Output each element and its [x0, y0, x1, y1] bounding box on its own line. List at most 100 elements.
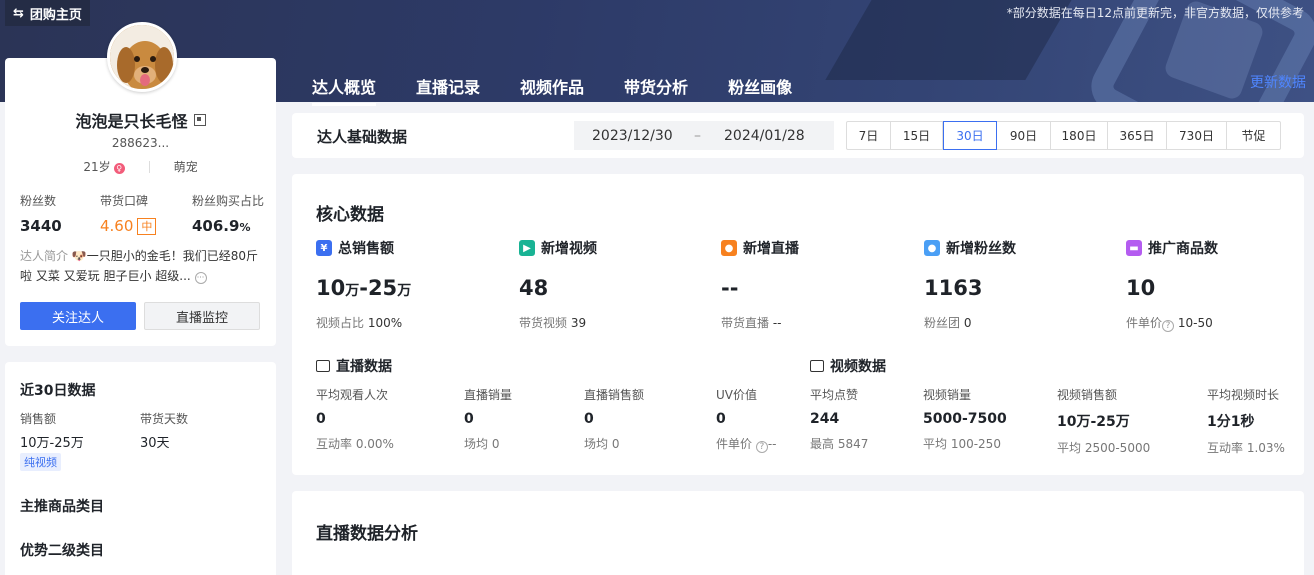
live-data-title: 直播数据 [336, 359, 392, 375]
metric-label: 新增视频 [541, 241, 597, 257]
sub-label: 粉丝团 [924, 316, 961, 330]
basic-data-bar: 达人基础数据 2023/12/30 – 2024/01/28 7日 15日 30… [292, 113, 1304, 158]
more-icon[interactable]: ··· [194, 272, 207, 284]
bag-icon: ▬ [1126, 240, 1142, 256]
metric-promoted-products: ▬ 推广商品数 10 件单价? 10-50 [1126, 238, 1314, 332]
stat-reputation: 带货口碑 4.60 中 [100, 192, 192, 235]
video-data-title: 视频数据 [830, 359, 886, 375]
sm-sub: 最高 5847 [810, 437, 869, 451]
tab-sales-analysis[interactable]: 带货分析 [624, 74, 688, 104]
reputation-badge: 中 [137, 218, 157, 235]
help-icon[interactable]: ? [755, 441, 768, 453]
period-selector: 7日 15日 30日 90日 180日 365日 730日 节促 [846, 121, 1281, 150]
tab-overview[interactable]: 达人概览 [312, 74, 377, 106]
stat-value: 4.60 [100, 217, 134, 235]
tab-fan-profile[interactable]: 粉丝画像 [728, 74, 792, 104]
sm-sub: 平均 2500-5000 [1057, 441, 1151, 455]
sm-sub: 场均 0 [584, 437, 620, 451]
period-365d[interactable]: 365日 [1108, 122, 1167, 149]
sm-sub-wrap: 件单价 ? -- [716, 435, 777, 453]
sales-value: 10万-25万 [20, 436, 84, 451]
metric-new-fans: ● 新增粉丝数 1163 粉丝团 0 [924, 238, 1114, 331]
sm-value: 10万-25万 [1057, 414, 1130, 430]
sm-value: 0 [716, 411, 726, 427]
live-avg-viewers: 平均观看人次 0 互动率 0.00% [316, 386, 394, 452]
metric-value: 1163 [924, 276, 983, 300]
profile-uid: 288623... [111, 136, 170, 150]
video-sales-amount: 视频销售额 10万-25万 平均 2500-5000 [1057, 386, 1150, 456]
value-part: 10 [316, 276, 346, 300]
qr-code-icon[interactable] [193, 114, 206, 126]
stat-value: 406.9 [192, 217, 240, 235]
profile-name-row: 泡泡是只长毛怪 [0, 108, 281, 132]
intro-label: 达人简介 [20, 249, 69, 263]
metric-sub: 视频占比 100% [316, 314, 506, 331]
divider [148, 160, 150, 173]
live-camera-icon: ● [721, 240, 737, 256]
sub-label: 视频占比 [316, 316, 365, 330]
metric-value: 10 [1126, 276, 1156, 300]
back-home-button[interactable]: ⇆ 团购主页 [5, 0, 90, 26]
sm-label: UV价值 [716, 388, 757, 402]
stat-unit: % [239, 221, 251, 234]
date-end: 2024/01/28 [724, 127, 805, 144]
metric-new-lives: ● 新增直播 -- 带货直播 -- [721, 238, 911, 331]
recent-data-card: 近30日数据 销售额 带货天数 10万-25万 30天 纯视频 主推商品类目 优… [5, 362, 276, 575]
data-disclaimer: *部分数据在每日12点前更新完，非官方数据，仅供参考 [1006, 6, 1304, 20]
video-avg-duration: 平均视频时长 1分1秒 互动率 1.03% [1207, 386, 1285, 456]
metric-label: 总销售额 [338, 241, 394, 257]
period-15d[interactable]: 15日 [891, 122, 943, 149]
tab-live-records[interactable]: 直播记录 [416, 74, 480, 104]
period-promotion[interactable]: 节促 [1227, 122, 1280, 149]
metric-value: 10万-25万 [316, 276, 506, 300]
video-data-header: 视频数据 [810, 356, 886, 376]
metric-sub: 粉丝团 0 [924, 314, 1114, 331]
core-data-title: 核心数据 [316, 205, 384, 225]
period-7d[interactable]: 7日 [847, 122, 891, 149]
profile-intro: 达人简介 🐶一只胆小的金毛！我们已经80斤啦 又菜 又爱玩 胆子巨小 超级...… [20, 246, 265, 286]
user-icon: ● [924, 240, 940, 256]
period-180d[interactable]: 180日 [1051, 122, 1108, 149]
update-data-link[interactable]: 更新数据 [1250, 72, 1306, 92]
date-range-picker[interactable]: 2023/12/30 – 2024/01/28 [574, 121, 834, 150]
date-start: 2023/12/30 [592, 127, 673, 144]
sm-label: 直播销量 [464, 388, 513, 402]
sm-sub: 件单价 [716, 437, 753, 451]
sm-sub: 互动率 1.03% [1207, 441, 1285, 455]
sm-label: 平均视频时长 [1207, 388, 1280, 402]
sm-value: 1分1秒 [1207, 414, 1255, 430]
stat-value-wrap: 4.60 中 [100, 217, 192, 235]
live-monitor-button[interactable]: 直播监控 [144, 302, 260, 330]
help-icon[interactable]: ? [1162, 320, 1175, 332]
stat-label: 带货口碑 [100, 194, 149, 208]
sm-sub: 平均 100-250 [923, 437, 1001, 451]
period-30d[interactable]: 30日 [943, 121, 997, 150]
profile-age: 21岁 [83, 160, 111, 174]
stat-label: 粉丝数 [20, 194, 57, 208]
live-sales-volume: 直播销量 0 场均 0 [464, 386, 512, 452]
stat-label: 粉丝购买占比 [192, 194, 265, 208]
live-analysis-card: 直播数据分析 [292, 491, 1304, 575]
main-tabs: 达人概览 直播记录 视频作品 带货分析 粉丝画像 [312, 74, 792, 106]
sm-label: 视频销售额 [1057, 388, 1118, 402]
live-data-header: 直播数据 [316, 356, 392, 376]
follow-button[interactable]: 关注达人 [20, 302, 136, 330]
video-sales-volume: 视频销量 5000-7500 平均 100-250 [923, 386, 1007, 452]
period-90d[interactable]: 90日 [997, 122, 1051, 149]
back-home-label: 团购主页 [29, 7, 82, 23]
metric-sub: 带货直播 -- [721, 314, 911, 331]
stat-value: 3440 [20, 217, 62, 235]
sub-value: -- [772, 316, 782, 330]
metric-value: 48 [519, 276, 549, 300]
stat-value-wrap: 406.9% [192, 217, 292, 235]
sm-label: 直播销售额 [584, 388, 645, 402]
live-camera-icon [316, 360, 330, 372]
metric-new-videos: ▶ 新增视频 48 带货视频 39 [519, 238, 709, 331]
sm-value: 0 [316, 411, 326, 427]
tab-video-works[interactable]: 视频作品 [520, 74, 584, 104]
sub-label: 带货直播 [721, 316, 770, 330]
period-730d[interactable]: 730日 [1167, 122, 1227, 149]
core-data-card: 核心数据 ¥ 总销售额 10万-25万 视频占比 100% ▶ 新增视频 48 带货… [292, 174, 1304, 475]
live-sales-amount: 直播销售额 0 场均 0 [584, 386, 644, 452]
date-separator: – [694, 127, 701, 144]
